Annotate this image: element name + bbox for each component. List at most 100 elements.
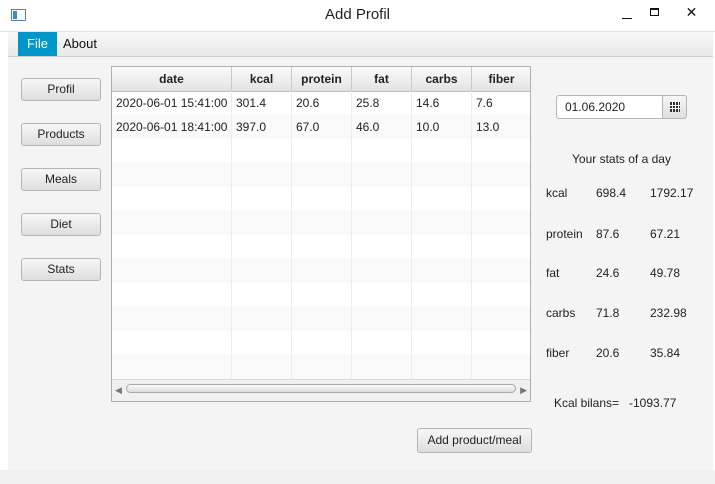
empty-table-cell [292, 235, 352, 259]
empty-table-cell [352, 235, 412, 259]
empty-table-cell [472, 307, 530, 331]
scroll-right-icon[interactable]: ▶ [520, 385, 527, 396]
empty-table-cell [472, 211, 530, 235]
empty-table-row [112, 187, 530, 211]
column-header-fiber[interactable]: fiber [472, 67, 530, 91]
add-product-meal-button[interactable]: Add product/meal [417, 428, 532, 453]
empty-table-cell [112, 235, 232, 259]
empty-table-cell [292, 355, 352, 379]
table-cell: 2020-06-01 15:41:00 [112, 91, 232, 115]
stat-target-protein: 67.21 [650, 227, 681, 241]
title-bar: Add Profil ✕ [0, 0, 715, 32]
table-row[interactable]: 2020-06-01 18:41:00 397.0 67.0 46.0 10.0… [112, 115, 530, 139]
menu-bar: File About [8, 32, 713, 57]
column-header-date[interactable]: date [112, 67, 232, 91]
empty-table-cell [352, 259, 412, 283]
empty-table-cell [352, 211, 412, 235]
stats-button[interactable]: Stats [21, 258, 101, 281]
empty-table-cell [412, 235, 472, 259]
table-cell: 20.6 [292, 91, 352, 115]
table-cell: 25.8 [352, 91, 412, 115]
empty-table-cell [112, 259, 232, 283]
horizontal-scrollbar[interactable]: ◀ ▶ [112, 379, 530, 401]
maximize-button[interactable] [638, 0, 670, 30]
empty-table-cell [292, 331, 352, 355]
empty-table-cell [472, 331, 530, 355]
main-content: Profil Products Meals Diet Stats date kc… [8, 57, 713, 471]
date-input[interactable]: 01.06.2020 [556, 95, 663, 119]
empty-table-cell [412, 307, 472, 331]
empty-table-cell [232, 235, 292, 259]
column-header-fat[interactable]: fat [352, 67, 412, 91]
stat-target-carbs: 232.98 [650, 306, 687, 320]
empty-table-cell [232, 307, 292, 331]
empty-table-cell [292, 187, 352, 211]
empty-table-cell [112, 163, 232, 187]
window-frame-bottom [0, 470, 715, 484]
maximize-icon [649, 8, 659, 16]
empty-table-cell [232, 139, 292, 163]
empty-table-cell [292, 163, 352, 187]
meals-button[interactable]: Meals [21, 168, 101, 191]
empty-table-row [112, 259, 530, 283]
empty-table-row [112, 163, 530, 187]
empty-table-cell [352, 331, 412, 355]
empty-table-row [112, 235, 530, 259]
empty-table-cell [472, 283, 530, 307]
column-header-protein[interactable]: protein [292, 67, 352, 91]
empty-table-cell [352, 187, 412, 211]
calendar-icon [670, 102, 680, 112]
scroll-left-icon[interactable]: ◀ [115, 385, 122, 396]
empty-table-cell [112, 283, 232, 307]
table-cell: 397.0 [232, 115, 292, 139]
empty-table-cell [472, 163, 530, 187]
empty-table-cell [472, 355, 530, 379]
table-cell: 46.0 [352, 115, 412, 139]
stat-label-kcal: kcal [546, 186, 568, 200]
products-button[interactable]: Products [21, 123, 101, 146]
empty-table-cell [292, 283, 352, 307]
close-button[interactable]: ✕ [668, 0, 715, 30]
empty-table-cell [412, 163, 472, 187]
empty-table-cell [472, 139, 530, 163]
stat-value-protein: 87.6 [596, 227, 620, 241]
empty-table-cell [412, 283, 472, 307]
stats-title: Your stats of a day [572, 152, 671, 166]
empty-table-cell [112, 139, 232, 163]
diet-button[interactable]: Diet [21, 213, 101, 236]
stat-label-fiber: fiber [546, 346, 570, 360]
empty-table-cell [412, 187, 472, 211]
empty-table-cell [112, 211, 232, 235]
date-picker-button[interactable] [662, 95, 687, 119]
table-cell: 67.0 [292, 115, 352, 139]
empty-table-cell [232, 163, 292, 187]
empty-table-cell [112, 331, 232, 355]
stat-value-carbs: 71.8 [596, 306, 620, 320]
empty-table-cell [412, 259, 472, 283]
minimize-icon [622, 17, 632, 19]
table-cell: 13.0 [472, 115, 530, 139]
empty-table-row [112, 307, 530, 331]
menu-file[interactable]: File [18, 32, 57, 56]
menu-about[interactable]: About [54, 32, 106, 56]
empty-table-cell [112, 307, 232, 331]
stat-label-protein: protein [546, 227, 583, 241]
empty-table-cell [292, 211, 352, 235]
empty-table-cell [292, 307, 352, 331]
table-cell: 301.4 [232, 91, 292, 115]
table-row[interactable]: 2020-06-01 15:41:00 301.4 20.6 25.8 14.6… [112, 91, 530, 115]
column-header-carbs[interactable]: carbs [412, 67, 472, 91]
empty-table-row [112, 331, 530, 355]
stat-value-fiber: 20.6 [596, 346, 620, 360]
empty-table-cell [352, 139, 412, 163]
kcal-bilans-label: Kcal bilans= [554, 396, 620, 410]
empty-table-cell [232, 283, 292, 307]
profil-button[interactable]: Profil [21, 78, 101, 101]
empty-table-cell [232, 331, 292, 355]
column-header-kcal[interactable]: kcal [232, 67, 292, 91]
close-icon: ✕ [685, 3, 698, 20]
table-cell: 14.6 [412, 91, 472, 115]
meals-table[interactable]: date kcal protein fat carbs fiber 2020-0… [111, 66, 531, 402]
scroll-thumb[interactable] [126, 384, 516, 393]
empty-table-cell [412, 355, 472, 379]
